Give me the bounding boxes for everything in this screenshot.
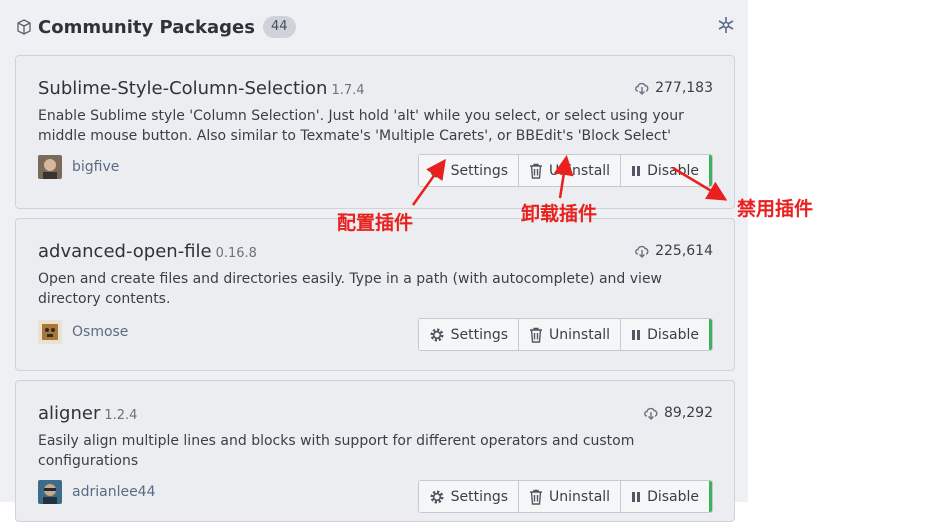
section-header: Community Packages 44 <box>16 13 296 41</box>
package-actions: Settings Uninstall Disable <box>417 154 713 187</box>
pause-icon <box>632 165 641 176</box>
annotation-settings-label: 配置插件 <box>337 212 414 234</box>
cloud-download-icon <box>635 82 649 95</box>
package-card: aligner 1.2.4 89,292 Easily align multipl… <box>15 380 735 522</box>
disable-button[interactable]: Disable <box>621 319 712 350</box>
download-count: 89,292 <box>643 405 713 421</box>
download-count: 225,614 <box>634 243 713 259</box>
package-name[interactable]: advanced-open-file <box>38 241 212 262</box>
uninstall-button[interactable]: Uninstall <box>519 155 622 186</box>
section-title: Community Packages <box>38 16 255 38</box>
gear-icon <box>430 164 444 177</box>
package-author[interactable]: Osmose <box>38 320 128 344</box>
pause-icon <box>632 491 641 502</box>
uninstall-button[interactable]: Uninstall <box>519 319 622 350</box>
gear-icon <box>430 328 444 341</box>
annotation-uninstall-label: 卸载插件 <box>521 203 598 225</box>
settings-button[interactable]: Settings <box>418 155 520 186</box>
package-version: 1.7.4 <box>331 83 365 98</box>
trash-icon <box>530 489 543 505</box>
package-description: Easily align multiple lines and blocks w… <box>38 433 635 469</box>
pause-icon <box>632 329 641 340</box>
author-name[interactable]: Osmose <box>72 324 128 340</box>
package-name[interactable]: Sublime-Style-Column-Selection <box>38 78 327 99</box>
package-author[interactable]: adrianlee44 <box>38 480 156 504</box>
uninstall-button[interactable]: Uninstall <box>519 481 622 512</box>
package-description: Open and create files and directories ea… <box>38 271 663 307</box>
package-author[interactable]: bigfive <box>38 155 119 179</box>
settings-button[interactable]: Settings <box>418 319 520 350</box>
author-name[interactable]: bigfive <box>72 159 119 175</box>
trash-icon <box>530 163 543 179</box>
author-name[interactable]: adrianlee44 <box>72 484 156 500</box>
package-actions: Settings Uninstall Disable <box>417 318 713 351</box>
package-card: Sublime-Style-Column-Selection 1.7.4 277,… <box>15 55 735 209</box>
avatar <box>38 155 62 179</box>
trash-icon <box>530 327 543 343</box>
package-actions: Settings Uninstall Disable <box>417 480 713 513</box>
snowflake-icon[interactable] <box>716 15 736 35</box>
annotation-disable-label: 禁用插件 <box>737 198 814 220</box>
package-version: 0.16.8 <box>215 246 257 261</box>
package-version: 1.2.4 <box>104 408 138 423</box>
package-name[interactable]: aligner <box>38 403 100 424</box>
download-count-value: 89,292 <box>664 405 713 421</box>
avatar <box>38 480 62 504</box>
package-count-badge: 44 <box>262 16 296 38</box>
disable-button[interactable]: Disable <box>621 155 712 186</box>
cloud-download-icon <box>644 407 658 420</box>
download-count-value: 277,183 <box>655 80 713 96</box>
download-count: 277,183 <box>634 80 713 96</box>
package-card: advanced-open-file 0.16.8 225,614 Open an… <box>15 218 735 371</box>
package-icon <box>16 19 32 35</box>
package-description: Enable Sublime style 'Column Selection'.… <box>38 108 684 144</box>
cloud-download-icon <box>635 245 649 258</box>
avatar <box>38 320 62 344</box>
disable-button[interactable]: Disable <box>621 481 712 512</box>
gear-icon <box>430 490 444 503</box>
settings-button[interactable]: Settings <box>418 481 520 512</box>
download-count-value: 225,614 <box>655 243 713 259</box>
